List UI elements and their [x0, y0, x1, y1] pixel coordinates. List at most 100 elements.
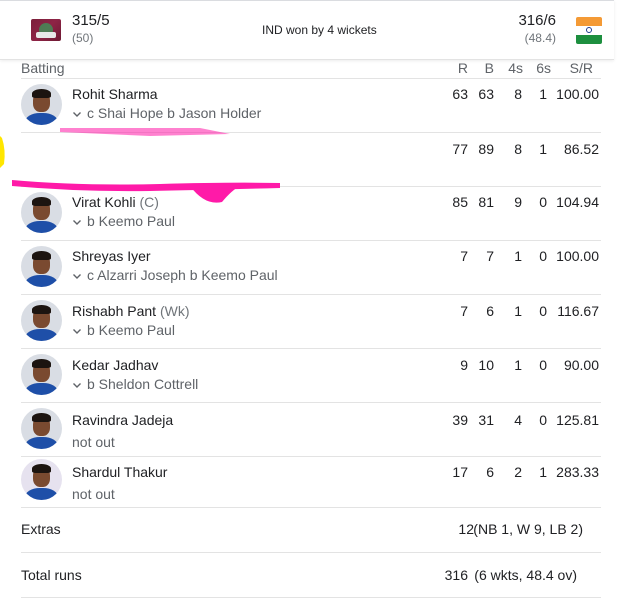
sixes-value: 1: [539, 464, 547, 480]
fours-value: 1: [514, 303, 522, 319]
batter-row[interactable]: Ravindra Jadeja not out 39 31 4 0 125.81: [21, 403, 601, 457]
player-role: (Wk): [159, 303, 190, 319]
balls-value: 89: [478, 141, 494, 157]
player-name: Rishabh Pant (Wk): [72, 303, 190, 319]
player-name: Kedar Jadhav: [72, 357, 159, 373]
team2-overs: (48.4): [524, 31, 556, 45]
india-flag-icon: [576, 17, 602, 44]
balls-value: 63: [478, 86, 494, 102]
balls-value: 10: [478, 357, 494, 373]
player-avatar: [21, 246, 62, 287]
scorecard-page: 315/5 (50) IND won by 4 wickets 316/6 (4…: [0, 0, 620, 608]
runs-value: 63: [452, 86, 468, 102]
runs-value: 39: [452, 412, 468, 428]
sixes-value: 0: [539, 194, 547, 210]
strike-rate-value: 116.67: [557, 303, 599, 319]
chevron-down-icon: [73, 274, 81, 280]
runs-value: 7: [460, 303, 468, 319]
sixes-value: 1: [539, 86, 547, 102]
player-avatar: [21, 354, 62, 395]
dismissal-toggle[interactable]: c Shai Hope b Jason Holder: [72, 105, 261, 121]
strike-rate-value: 90.00: [563, 357, 599, 373]
fours-value: 2: [514, 464, 522, 480]
fours-value: 4: [514, 412, 522, 428]
balls-column-header: B: [484, 60, 494, 76]
runs-value: 9: [460, 357, 468, 373]
batter-row[interactable]: Rohit Sharma c Shai Hope b Jason Holder …: [21, 79, 601, 133]
total-runs-value: 316: [444, 567, 468, 583]
player-name: Virat Kohli (C): [72, 194, 159, 210]
total-runs-row: Total runs 316 (6 wkts, 48.4 ov): [21, 553, 601, 598]
fours-value: 8: [514, 141, 522, 157]
strike-rate-value: 104.94: [556, 194, 599, 210]
strike-rate-value: 100.00: [556, 248, 599, 264]
runs-column-header: R: [457, 60, 468, 76]
runs-value: 85: [452, 194, 468, 210]
player-role: (C): [139, 194, 159, 210]
sixes-value: 1: [539, 141, 547, 157]
chevron-down-icon: [73, 383, 81, 389]
player-avatar: [21, 459, 62, 500]
strike-rate-value: 125.81: [556, 412, 599, 428]
batting-table-header: Batting R B 4s 6s S/R: [21, 58, 601, 79]
chevron-down-icon: [73, 220, 81, 226]
extras-detail: (NB 1, W 9, LB 2): [473, 521, 583, 537]
balls-value: 31: [478, 412, 494, 428]
batting-column-header: Batting: [21, 60, 65, 76]
balls-value: 81: [478, 194, 494, 210]
dismissal-toggle[interactable]: b Sheldon Cottrell: [72, 376, 198, 392]
sixes-value: 0: [539, 303, 547, 319]
team1-score: 315/5: [72, 12, 110, 29]
dismissal-toggle[interactable]: b Keemo Paul: [72, 213, 175, 229]
match-result: IND won by 4 wickets: [262, 23, 377, 37]
sixes-value: 0: [539, 248, 547, 264]
batter-row[interactable]: Kedar Jadhav b Sheldon Cottrell 9 10 1 0…: [21, 349, 601, 403]
fours-value: 1: [514, 248, 522, 264]
fours-value: 1: [514, 357, 522, 373]
batter-row[interactable]: Rishabh Pant (Wk) b Keemo Paul 7 6 1 0 1…: [21, 295, 601, 349]
total-runs-detail: (6 wkts, 48.4 ov): [474, 567, 577, 583]
team1-overs: (50): [72, 31, 94, 45]
total-runs-label: Total runs: [21, 567, 82, 583]
strike-rate-value: 100.00: [556, 86, 599, 102]
runs-value: 7: [460, 248, 468, 264]
batter-row[interactable]: 77 89 8 1 86.52: [21, 133, 601, 187]
dismissal-text: not out: [72, 486, 115, 502]
chevron-down-icon: [73, 329, 81, 335]
batter-row[interactable]: Virat Kohli (C) b Keemo Paul 85 81 9 0 1…: [21, 187, 601, 241]
sixes-column-header: 6s: [536, 60, 551, 76]
balls-value: 6: [486, 464, 494, 480]
player-avatar: [21, 192, 62, 233]
extras-value: 12: [458, 521, 474, 537]
player-avatar: [21, 408, 62, 449]
fours-value: 8: [514, 86, 522, 102]
strike-rate-value: 283.33: [556, 464, 599, 480]
sixes-value: 0: [539, 357, 547, 373]
team2-score: 316/6: [518, 12, 556, 29]
sixes-value: 0: [539, 412, 547, 428]
west-indies-flag-icon: [31, 19, 61, 41]
fours-column-header: 4s: [508, 60, 523, 76]
player-name: Ravindra Jadeja: [72, 412, 174, 428]
dismissal-toggle[interactable]: c Alzarri Joseph b Keemo Paul: [72, 267, 278, 283]
player-avatar: [21, 300, 62, 341]
dismissal-toggle[interactable]: b Keemo Paul: [72, 322, 175, 338]
strike-rate-column-header: S/R: [569, 60, 593, 76]
strike-rate-value: 86.52: [563, 141, 599, 157]
match-summary-header: 315/5 (50) IND won by 4 wickets 316/6 (4…: [0, 0, 614, 60]
batter-row[interactable]: Shreyas Iyer c Alzarri Joseph b Keemo Pa…: [21, 241, 601, 295]
player-name: Shardul Thakur: [72, 464, 168, 480]
balls-value: 6: [486, 303, 494, 319]
balls-value: 7: [486, 248, 494, 264]
player-name: Rohit Sharma: [72, 86, 158, 102]
dismissal-text: not out: [72, 434, 115, 450]
runs-value: 17: [452, 464, 468, 480]
chevron-down-icon: [73, 112, 81, 118]
batter-row[interactable]: Shardul Thakur not out 17 6 2 1 283.33: [21, 457, 601, 508]
player-name: Shreyas Iyer: [72, 248, 151, 264]
runs-value: 77: [452, 141, 468, 157]
extras-label: Extras: [21, 521, 61, 537]
fours-value: 9: [514, 194, 522, 210]
extras-row: Extras 12 (NB 1, W 9, LB 2): [21, 508, 601, 553]
player-avatar: [21, 84, 62, 125]
